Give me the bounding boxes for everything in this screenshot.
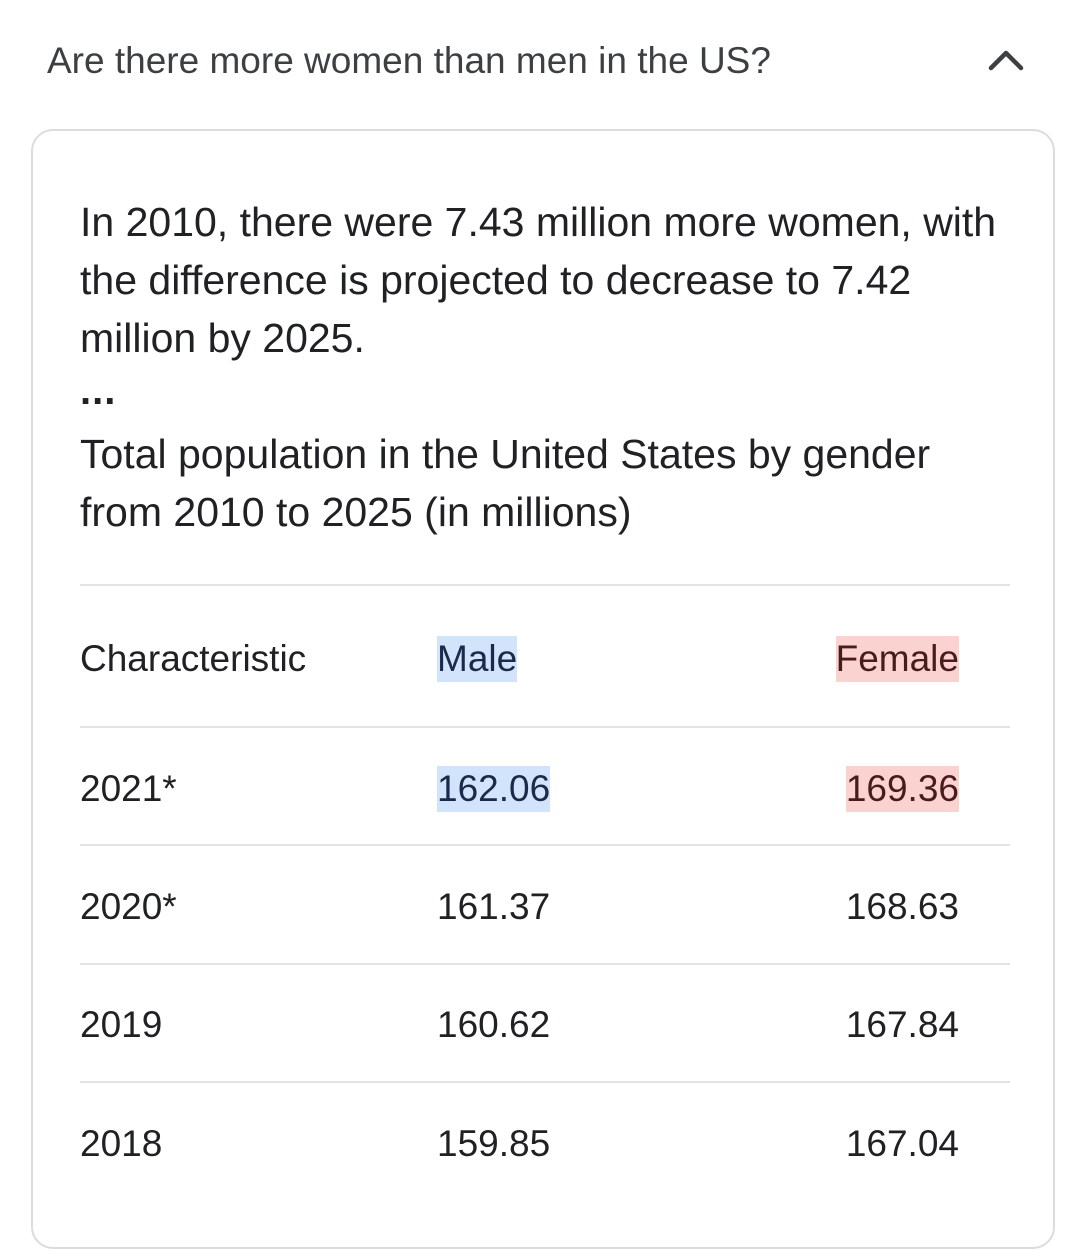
table-row: 2019 160.62 167.84 (33, 1002, 1053, 1062)
question-text[interactable]: Are there more women than men in the US? (47, 38, 771, 84)
row-male-value: 159.85 (437, 1123, 551, 1164)
header-male: Male (437, 636, 518, 682)
header-female: Female (835, 636, 959, 682)
row-male-value: 160.62 (437, 1004, 551, 1045)
header-characteristic: Characteristic (80, 638, 307, 679)
row-male-value: 161.37 (437, 886, 551, 927)
row-year: 2018 (80, 1123, 163, 1164)
table-title: Total population in the United States by… (80, 431, 931, 535)
table-row: 2021* 162.06 169.36 (33, 766, 1053, 826)
row-female-value: 167.04 (845, 1123, 959, 1164)
answer-card: In 2010, there were 7.43 million more wo… (31, 129, 1055, 1249)
row-female-value: 167.84 (845, 1004, 959, 1045)
answer-text: In 2010, there were 7.43 million more wo… (80, 199, 997, 361)
row-year: 2021* (80, 768, 177, 809)
row-male-value: 162.06 (437, 766, 551, 812)
question-row[interactable]: Are there more women than men in the US? (0, 0, 1087, 122)
table-top-divider (80, 584, 1010, 586)
table-divider (80, 1081, 1010, 1083)
table-divider (80, 963, 1010, 965)
table-divider (80, 726, 1010, 728)
row-female-value: 168.63 (845, 886, 959, 927)
table-row: 2020* 161.37 168.63 (33, 884, 1053, 944)
row-year: 2020* (80, 886, 177, 927)
chevron-up-icon[interactable] (987, 46, 1025, 72)
table-divider (80, 844, 1010, 846)
row-female-value: 169.36 (845, 766, 959, 812)
row-year: 2019 (80, 1004, 163, 1045)
table-row: 2018 159.85 167.04 (33, 1121, 1053, 1181)
table-header-row: Characteristic Male Female (33, 636, 1053, 696)
ellipsis: ... (80, 369, 117, 413)
